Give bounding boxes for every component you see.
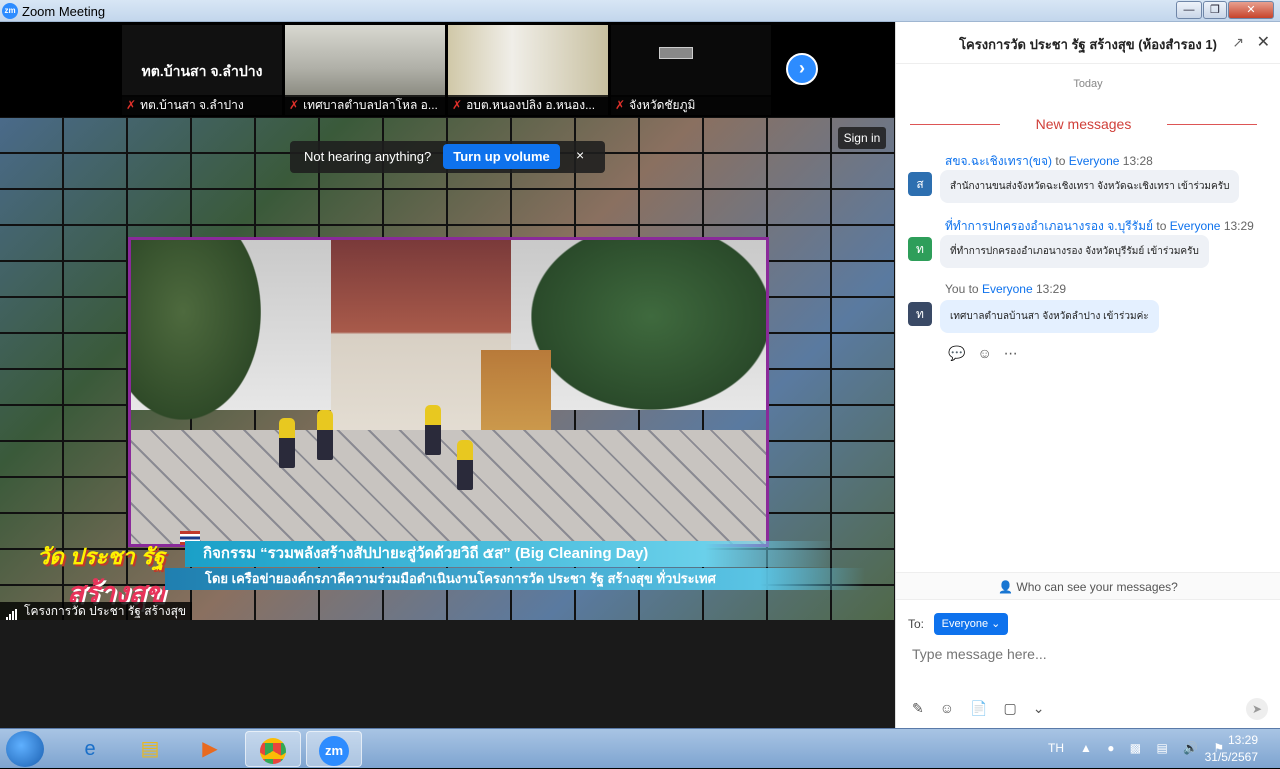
clock-date[interactable]: 31/5/2567 [1205,750,1258,764]
sender-name: You [945,282,966,296]
message-bubble: เทศบาลตำบลบ้านสา จังหวัดลำปาง เข้าร่วมค่… [940,300,1159,333]
system-tray: TH ▲ ● ▩ ▤ 🔊 ⚑ 13:29 31/5/2567 [1020,729,1280,769]
popout-icon[interactable]: ↗ [1232,34,1244,51]
participant-label: เทศบาลตำบลปลาโหล อ... [303,98,438,112]
chat-message-input[interactable] [912,644,1252,664]
screenshot-icon[interactable]: ▢ [1003,700,1016,716]
participant-strip: ทต.บ้านสา จ.ลำปาง ✗ ทต.บ้านสา จ.ลำปาง ✗ เท… [0,22,895,117]
recipient-dropdown[interactable]: Everyone ⌄ [934,613,1008,635]
turn-up-volume-button[interactable]: Turn up volume [443,144,560,169]
avatar: ท [908,302,932,326]
chat-title: โครงการวัด ประชา รัฐ สร้างสุข (ห้องสำรอง… [959,37,1217,52]
maximize-button[interactable]: ❐ [1203,1,1227,19]
chat-header: โครงการวัด ประชา รัฐ สร้างสุข (ห้องสำรอง… [896,22,1280,64]
shared-video: วัด ประชา รัฐ สร้างสุข กิจกรรม “รวมพลังส… [0,117,895,620]
add-reaction-icon[interactable]: ☺ [977,345,991,361]
message-bubble: สำนักงานขนส่งจังหวัดฉะเชิงเทรา จังหวัดฉะ… [940,170,1240,203]
sign-in-button[interactable]: Sign in [838,127,886,149]
file-icon[interactable]: 📄 [970,700,987,716]
timestamp: 13:29 [1223,219,1254,233]
meeting-area: ทต.บ้านสา จ.ลำปาง ✗ ทต.บ้านสา จ.ลำปาง ✗ เท… [0,22,895,728]
participant-label: ทต.บ้านสา จ.ลำปาง [140,98,244,112]
file-explorer-icon[interactable]: ▤ [122,731,178,767]
banner-line1: กิจกรรม “รวมพลังสร้างสัปปายะสู่วัดด้วยวิ… [185,541,835,567]
recipient-bar: To: Everyone ⌄ [908,613,1268,637]
close-chat-icon[interactable]: ✕ [1257,32,1270,52]
who-can-see-link[interactable]: 👤 Who can see your messages? [896,572,1280,600]
close-notice-icon[interactable]: × [576,147,584,163]
recipient[interactable]: Everyone [1069,154,1120,168]
start-button[interactable] [6,731,44,767]
participant-name-display: ทต.บ้านสา จ.ลำปาง [141,63,263,79]
muted-mic-icon: ✗ [615,98,626,112]
sender-name[interactable]: ที่ทำการปกครองอำเภอนางรอง จ.บุรีรัมย์ [945,219,1153,233]
internet-explorer-icon[interactable]: e [62,731,118,767]
close-window-button[interactable]: ✕ [1228,1,1274,19]
next-page-button[interactable]: › [786,53,818,85]
recipient[interactable]: Everyone [982,282,1033,296]
window-titlebar: zm Zoom Meeting — ❐ ✕ [0,0,1280,22]
muted-mic-icon: ✗ [126,98,137,112]
chevron-down-icon[interactable]: ⌄ [1033,700,1045,716]
taskbar: e ▤ ▶ zm TH ▲ ● ▩ ▤ 🔊 ⚑ 13:29 31/5/2567 [0,728,1280,768]
active-speaker-frame [128,237,769,547]
program-logo: วัด ประชา รัฐ สร้างสุข [37,544,165,608]
window-title: Zoom Meeting [22,4,106,19]
participant-tile[interactable]: ✗ อบต.หนองปลิง อ.หนอง... [448,25,608,115]
signal-icon [6,603,18,620]
avatar: ท [908,237,932,261]
language-indicator[interactable]: TH [1048,741,1064,755]
user-lock-icon: 👤 [998,580,1017,594]
participant-label: จังหวัดชัยภูมิ [629,98,696,112]
chat-panel: โครงการวัด ประชา รัฐ สร้างสุข (ห้องสำรอง… [895,22,1280,728]
participant-tile[interactable]: ✗ จังหวัดชัยภูมิ [611,25,771,115]
new-messages-divider: New messages [910,114,1257,134]
video-off-placeholder [659,47,693,59]
audio-notice-text: Not hearing anything? [304,149,432,164]
participant-tile[interactable]: ทต.บ้านสา จ.ลำปาง ✗ ทต.บ้านสา จ.ลำปาง [122,25,282,115]
avatar: ส [908,172,932,196]
zoom-taskbar-icon[interactable]: zm [306,731,362,767]
message-bubble: ที่ทำการปกครองอำเภอนางรอง จังหวัดบุรีรัม… [940,235,1209,268]
more-options-icon[interactable]: ⋯ [1004,345,1018,361]
chat-toolbar: ✎ ☺ 📄 ▢ ⌄ [912,700,1060,717]
sender-name[interactable]: สขจ.ฉะเชิงเทรา(ขจ) [945,154,1052,168]
date-divider: Today [1073,78,1103,90]
to-label: To: [908,617,925,631]
video-label: โครงการวัด ประชา รัฐ สร้างสุข [0,602,193,620]
muted-mic-icon: ✗ [452,98,463,112]
participant-tile[interactable]: ✗ เทศบาลตำบลปลาโหล อ... [285,25,445,115]
media-player-icon[interactable]: ▶ [182,731,238,767]
audio-notice: Not hearing anything? Turn up volume × [290,141,605,173]
send-icon[interactable]: ➤ [1246,698,1268,720]
chrome-icon[interactable] [245,731,301,767]
emoji-icon[interactable]: ☺ [940,700,954,716]
minimize-button[interactable]: — [1176,1,1202,19]
timestamp: 13:29 [1036,282,1067,296]
message-actions: 💬 ☺ ⋯ [948,345,1030,362]
format-text-icon[interactable]: ✎ [912,700,924,716]
participant-label: อบต.หนองปลิง อ.หนอง... [466,98,596,112]
clock-time[interactable]: 13:29 [1228,733,1258,747]
reply-icon[interactable]: 💬 [948,345,965,361]
banner-line2: โดย เครือข่ายองค์กรภาคีความร่วมมือดำเนิน… [165,568,865,590]
timestamp: 13:28 [1122,154,1153,168]
muted-mic-icon: ✗ [289,98,300,112]
chevron-down-icon: ⌄ [991,618,1001,630]
recipient[interactable]: Everyone [1170,219,1221,233]
zoom-app-icon: zm [2,3,18,19]
